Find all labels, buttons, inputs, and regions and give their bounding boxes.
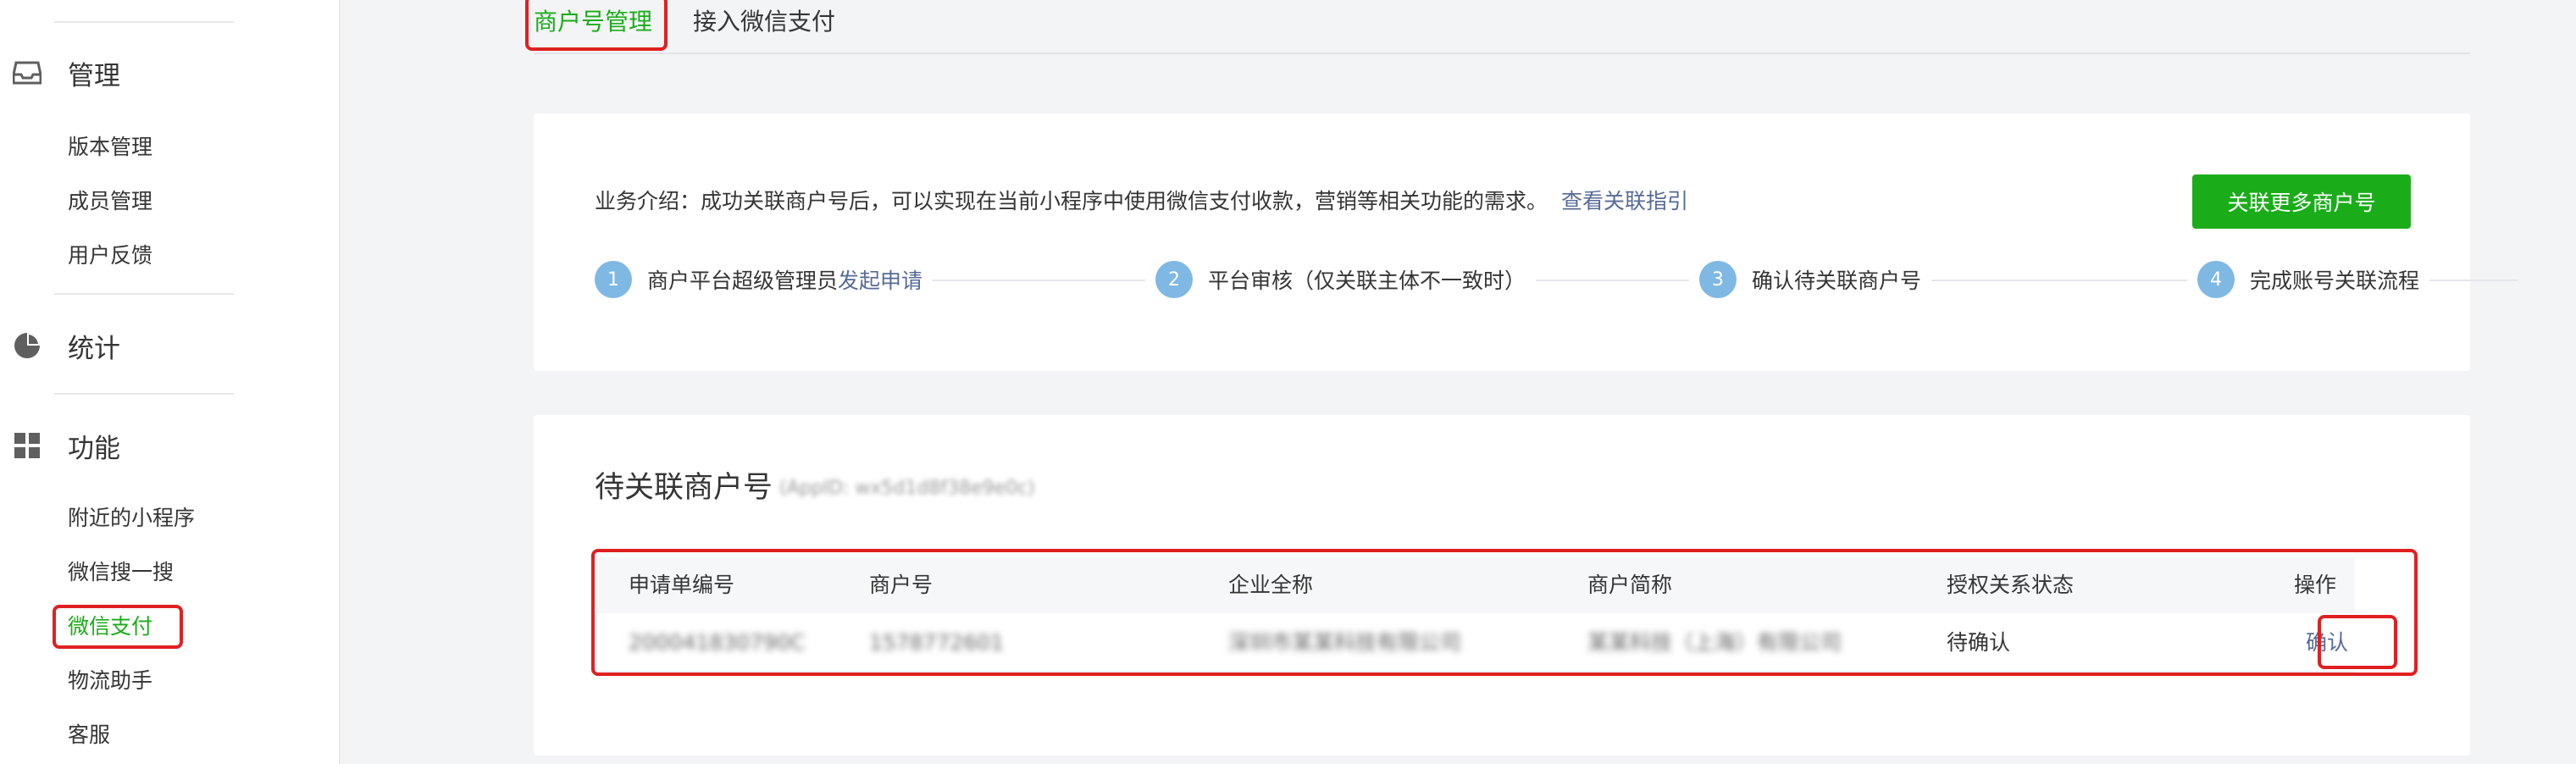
sidebar-section-label: 功能 (68, 433, 120, 464)
sidebar-divider (54, 21, 234, 23)
sidebar-item-feedback[interactable]: 用户反馈 (68, 239, 152, 273)
sidebar-item-search[interactable]: 微信搜一搜 (68, 556, 174, 590)
step-number: 4 (2197, 261, 2235, 298)
highlight-box (2318, 615, 2397, 669)
step-1: 1 商户平台超级管理员发起申请 (595, 257, 933, 302)
sidebar-section-label: 管理 (68, 60, 120, 91)
step-label: 完成账号关联流程 (2250, 269, 2420, 293)
intro-text: 业务介绍：成功关联商户号后，可以实现在当前小程序中使用微信支付收款，营销等相关功… (595, 185, 1688, 219)
intro-card: 业务介绍：成功关联商户号后，可以实现在当前小程序中使用微信支付收款，营销等相关功… (534, 113, 2518, 371)
step-4: 4 完成账号关联流程 (2187, 257, 2430, 302)
highlight-box (591, 549, 2418, 676)
sidebar-divider (54, 393, 234, 395)
step-number: 2 (1155, 261, 1193, 298)
step-2: 2 平台审核（仅关联主体不一致时） (1145, 257, 1537, 302)
step-label: 平台审核（仅关联主体不一致时） (1208, 269, 1526, 293)
link-more-merchant-button[interactable]: 关联更多商户号 (2192, 174, 2411, 229)
appid-label: (AppID: wx5d1d8f38e9e0c) (779, 478, 1035, 499)
inbox-icon (12, 58, 42, 88)
sidebar-item-members[interactable]: 成员管理 (68, 185, 152, 219)
sidebar-section-label: 统计 (68, 333, 120, 364)
grid-icon (12, 430, 42, 461)
highlight-box (53, 605, 183, 649)
step-text: 商户平台超级管理员发起申请 (647, 264, 922, 295)
pie-chart-icon (12, 330, 42, 361)
sidebar: 管理 版本管理 成员管理 用户反馈 统计 功能 附近的小程序 微信搜一搜 微信支… (0, 0, 341, 764)
tab-bar: 商户号管理 接入微信支付 (534, 0, 2470, 54)
step-indicator: 1 商户平台超级管理员发起申请 2 平台审核（仅关联主体不一致时） 3 确认待关… (595, 257, 2534, 302)
step-label: 商户平台超级管理员 (647, 269, 839, 293)
sidebar-item-nearby[interactable]: 附近的小程序 (68, 501, 195, 535)
step-number: 3 (1699, 261, 1737, 298)
sidebar-divider (54, 293, 234, 295)
step-number: 1 (595, 261, 632, 298)
highlight-box (525, 0, 668, 51)
sidebar-item-version[interactable]: 版本管理 (68, 130, 152, 164)
sidebar-item-logistics[interactable]: 物流助手 (68, 664, 152, 698)
guide-link[interactable]: 查看关联指引 (1561, 189, 1688, 213)
tab-connect-wechat-pay[interactable]: 接入微信支付 (693, 7, 835, 37)
step-label: 确认待关联商户号 (1752, 269, 1922, 293)
section-title: 待关联商户号 (595, 471, 773, 505)
step-3: 3 确认待关联商户号 (1689, 257, 1932, 302)
apply-link[interactable]: 发起申请 (838, 269, 922, 293)
intro-description: 业务介绍：成功关联商户号后，可以实现在当前小程序中使用微信支付收款，营销等相关功… (595, 189, 1548, 213)
sidebar-item-customer-service[interactable]: 客服 (68, 718, 110, 752)
